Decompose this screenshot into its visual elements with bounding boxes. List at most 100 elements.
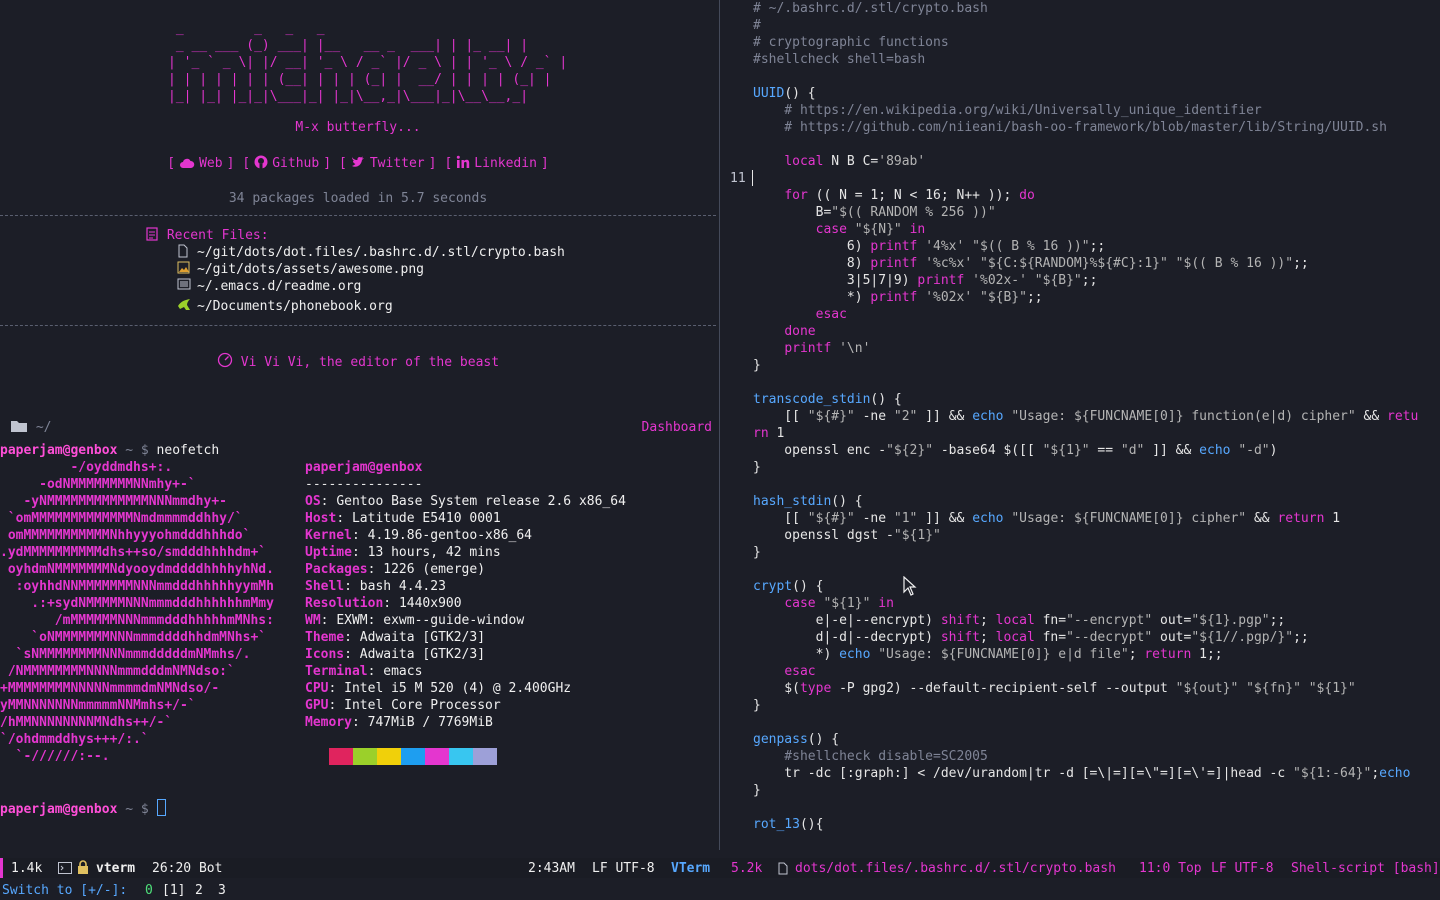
code-line: # https://github.com/niieani/bash-oo-fra… xyxy=(753,120,1387,135)
recent-file-path: ~/git/dots/assets/awesome.png xyxy=(197,262,424,277)
code-line: e|-e|--encrypt) shift; local fn="--encry… xyxy=(753,613,1286,628)
code-line: } xyxy=(753,783,761,798)
workspace-3[interactable]: 3 xyxy=(218,882,226,899)
neofetch-row: Icons: Adwaita [GTK2/3] xyxy=(305,647,486,662)
logo-art-line: .:+sydNMMMMMNNNmmmdddhhhhhhmMmy xyxy=(0,596,274,611)
code-line: for (( N = 1; N < 16; N++ )); do xyxy=(784,188,1035,203)
code-line: local N B C='89ab' xyxy=(784,154,926,169)
recent-files-header: Recent Files: xyxy=(145,227,565,244)
color-swatch xyxy=(473,748,497,765)
left-buffer-name[interactable]: vterm xyxy=(96,860,135,877)
section-divider xyxy=(0,215,716,216)
workspace-1[interactable]: [1] xyxy=(162,882,185,899)
right-file-path[interactable]: dots/dot.files/.bashrc.d/.stl/crypto.bas… xyxy=(795,860,1116,877)
workspace-2[interactable]: 2 xyxy=(195,882,203,899)
neofetch-row: GPU: Intel Core Processor xyxy=(305,698,501,713)
dashboard-header-line: ~/ xyxy=(10,419,51,436)
code-line: *) echo "Usage: ${FUNCNAME[0]} e|d file"… xyxy=(753,647,1223,662)
org-file-icon xyxy=(177,278,191,292)
neofetch-row: CPU: Intel i5 M 520 (4) @ 2.400GHz xyxy=(305,681,572,696)
dashboard-pane[interactable]: _ _ _ _ _ __ ___ (_) ___| |__ __ _ ___| … xyxy=(0,0,716,850)
speedometer-icon xyxy=(217,352,233,368)
logo-art-line: `/ohdmmddhys+++/:.` xyxy=(0,732,149,747)
logo-art-line: omMMMMMMMMMMMNhhyyyohmdddhhhdo` xyxy=(0,528,251,543)
code-line: } xyxy=(753,460,761,475)
workspace-0[interactable]: 0 xyxy=(145,882,153,899)
neofetch-key: Theme xyxy=(305,630,345,645)
neofetch-separator: --------------- xyxy=(305,477,423,492)
recent-file-item[interactable]: ~/git/dots/dot.files/.bashrc.d/.stl/cryp… xyxy=(145,244,565,261)
right-major-mode[interactable]: Shell-script [bash] xyxy=(1291,860,1440,877)
left-encoding[interactable]: LF UTF-8 xyxy=(592,860,655,877)
document-icon xyxy=(146,227,158,241)
org-unicorn-icon xyxy=(177,298,191,312)
recent-files-section: Recent Files: ~/git/dots/dot.files/.bash… xyxy=(145,227,565,315)
terminal-prompt-2[interactable]: paperjam@genbox ~ $ xyxy=(0,799,166,818)
left-buffer-size: 1.4k xyxy=(11,861,43,876)
code-line: } xyxy=(753,698,761,713)
file-icon xyxy=(778,862,788,880)
left-buffer-position: 26:20 Bot xyxy=(152,861,223,876)
link-web[interactable]: [Web] xyxy=(165,156,236,171)
neofetch-value: Intel Core Processor xyxy=(344,698,501,713)
neofetch-key: Shell xyxy=(305,579,345,594)
dashboard-buffer-label: Dashboard xyxy=(641,420,712,435)
neofetch-value: Intel i5 M 520 (4) @ 2.400GHz xyxy=(344,681,572,696)
code-line: hash_stdin() { xyxy=(753,494,863,509)
right-encoding[interactable]: LF UTF-8 xyxy=(1211,860,1274,877)
neofetch-key: Host xyxy=(305,511,337,526)
recent-file-item[interactable]: ~/.emacs.d/readme.org xyxy=(145,278,565,295)
editor-pane[interactable]: 11 # ~/.bashrc.d/.stl/crypto.bash # # cryp… xyxy=(722,0,1440,850)
code-line: case "${N}" in xyxy=(815,222,926,237)
neofetch-key: Packages xyxy=(305,562,368,577)
dashboard-banner: _ _ _ _ _ __ ___ (_) ___| |__ __ _ ___| … xyxy=(168,21,568,104)
color-swatch xyxy=(449,748,473,765)
logo-art-line: -yNMMMMMMMMMMMMMNNNmmdhy+- xyxy=(0,494,227,509)
workspace-switch-label: Switch to [+/-]: xyxy=(2,883,128,898)
neofetch-key: Terminal xyxy=(305,664,368,679)
code-line: printf '\n' xyxy=(784,341,871,356)
left-major-mode[interactable]: VTerm xyxy=(671,860,710,877)
color-swatch xyxy=(377,748,401,765)
logo-art-line: `oNMMMMMMMNNNmmmddddhhdmMNhs+` xyxy=(0,630,267,645)
code-line: done xyxy=(784,324,816,339)
neofetch-value: 13 hours, 42 mins xyxy=(367,545,501,560)
neofetch-logo-art: -/oyddmdhs+:. -odNMMMMMMMMNNmhy+-` -yNMM… xyxy=(0,459,274,765)
terminal-cursor xyxy=(156,799,166,816)
clock: 2:43AM xyxy=(528,861,575,876)
terminal-prompt-1: paperjam@genbox ~ $ neofetch xyxy=(0,443,220,458)
link-github[interactable]: [Github] xyxy=(240,155,333,171)
neofetch-row: WM: EXWM: exwm--guide-window xyxy=(305,613,525,628)
code-line: # cryptographic functions xyxy=(753,35,949,50)
code-line: openssl dgst -"${1}" xyxy=(753,528,941,543)
neofetch-value: 1440x900 xyxy=(398,596,462,611)
neofetch-key: Memory xyxy=(305,715,352,730)
mouse-pointer-icon xyxy=(903,576,917,596)
code-line: # ~/.bashrc.d/.stl/crypto.bash xyxy=(753,1,988,16)
code-line: #shellcheck shell=bash xyxy=(753,52,926,67)
link-twitter[interactable]: [Twitter] xyxy=(337,156,438,171)
github-icon xyxy=(254,155,268,171)
code-line: tr -dc [:graph:] < /dev/urandom|tr -d [=… xyxy=(753,766,1411,781)
dashboard-tagline: M-x butterfly... xyxy=(295,120,421,135)
code-line: #shellcheck disable=SC2005 xyxy=(753,749,988,764)
window-divider[interactable] xyxy=(719,0,720,850)
color-swatch xyxy=(329,748,353,765)
neofetch-value: Latitude E5410 0001 xyxy=(351,511,501,526)
logo-art-line: `-//////:--. xyxy=(0,749,110,764)
link-linkedin[interactable]: [Linkedin] xyxy=(442,155,550,171)
recent-file-path: ~/git/dots/dot.files/.bashrc.d/.stl/cryp… xyxy=(197,245,565,260)
recent-file-item[interactable]: ~/Documents/phonebook.org xyxy=(145,298,565,315)
logo-art-line: `omMMMMMMMMMMMMMNmdmmmmddhhy/` xyxy=(0,511,243,526)
code-line: esac xyxy=(784,664,816,679)
code-line: case "${1}" in xyxy=(784,596,894,611)
code-buffer[interactable]: # ~/.bashrc.d/.stl/crypto.bash # # cryptog… xyxy=(753,0,1418,833)
code-line: transcode_stdin() { xyxy=(753,392,902,407)
logo-art-line: /hMMNNNNNNNNMNdhs++/-` xyxy=(0,715,173,730)
code-line: d|-d|--decrypt) shift; local fn="--decry… xyxy=(753,630,1309,645)
recent-file-item[interactable]: ~/git/dots/assets/awesome.png xyxy=(145,261,565,278)
logo-art-line: oyhdmNMMMMMMMNdyooydmddddhhhhyhNd. xyxy=(0,562,274,577)
